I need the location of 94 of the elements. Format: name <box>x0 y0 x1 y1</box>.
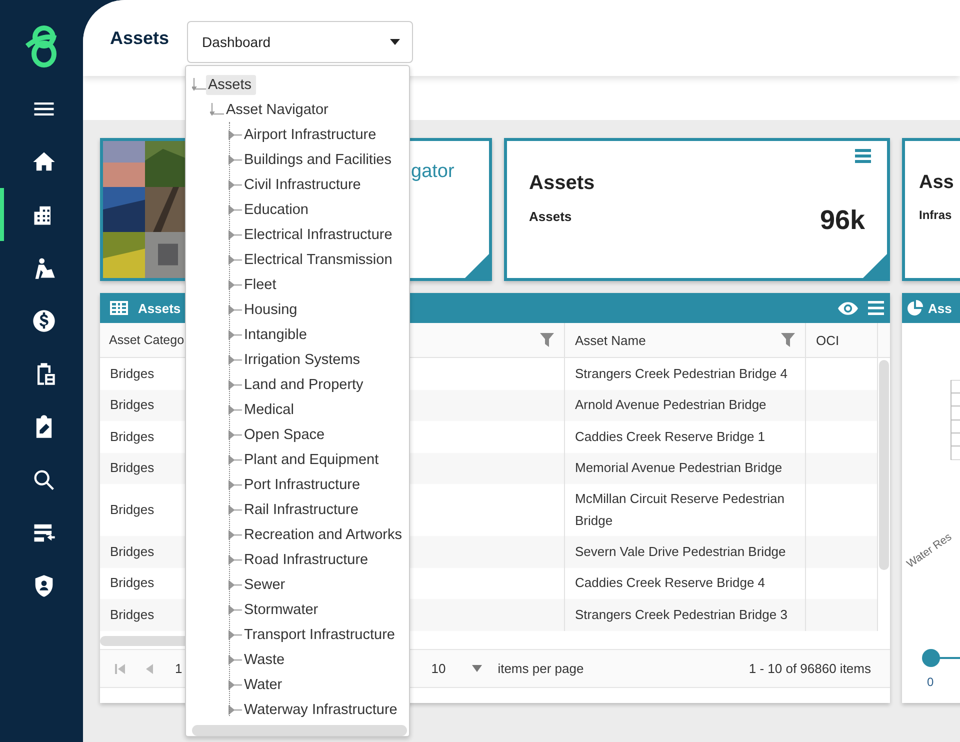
card-title: Assets <box>529 172 596 195</box>
view-select[interactable]: Dashboard <box>187 20 414 62</box>
collapsed-icon[interactable] <box>228 428 242 442</box>
table-cell-text: Caddies Creek Reserve Bridge 1 <box>575 428 766 446</box>
tree-item[interactable]: Stormwater <box>242 600 322 620</box>
scrollbar-thumb[interactable] <box>879 360 889 570</box>
collapsed-icon[interactable] <box>228 702 242 716</box>
collapsed-icon[interactable] <box>228 228 242 242</box>
tree-item[interactable]: Plant and Equipment <box>242 450 383 470</box>
expanded-icon[interactable] <box>192 78 206 92</box>
table-cell-text: Bridges <box>110 606 154 624</box>
collapsed-icon[interactable] <box>228 302 242 316</box>
tree-item[interactable]: Waterway Infrastructure <box>242 700 402 720</box>
tree-item[interactable]: Medical <box>242 400 298 420</box>
tree-item[interactable]: Road Infrastructure <box>242 550 372 570</box>
tree-item[interactable]: Water <box>242 674 286 694</box>
table-cell-text: Bridges <box>110 396 154 414</box>
slider-label: 0 <box>927 675 935 689</box>
table-cell-text: Strangers Creek Pedestrian Bridge 4 <box>575 364 788 383</box>
collapsed-icon[interactable] <box>228 578 242 592</box>
card-title: gator <box>411 161 454 182</box>
table-cell-text: Bridges <box>110 542 154 561</box>
tree-item[interactable]: Intangible <box>242 324 311 344</box>
page-number[interactable]: 1 <box>175 661 182 676</box>
card-title: Ass <box>919 172 955 194</box>
collapsed-icon[interactable] <box>228 628 242 642</box>
tree-item[interactable]: Irrigation Systems <box>242 350 364 370</box>
panel-title: Assets <box>138 300 181 316</box>
table-cell-text: Severn Vale Drive Pedestrian Bridge <box>575 542 786 561</box>
table-cell-text: Bridges <box>110 364 154 383</box>
stat-value: 96k <box>820 205 865 236</box>
tree-item[interactable]: Fleet <box>242 274 280 294</box>
tree-item[interactable]: Airport Infrastructure <box>242 124 380 144</box>
collapsed-icon[interactable] <box>228 402 242 416</box>
eye-icon[interactable] <box>838 302 858 314</box>
slider-thumb[interactable] <box>922 649 940 667</box>
collapsed-icon[interactable] <box>228 352 242 366</box>
table-cell-text: Bridges <box>110 459 154 478</box>
collapsed-icon[interactable] <box>228 178 242 192</box>
column-header[interactable]: OCI <box>816 332 840 348</box>
grid-icon <box>110 301 128 315</box>
filter-icon[interactable] <box>540 333 554 347</box>
page-title: Assets <box>110 28 170 48</box>
stat-label: Assets <box>529 209 573 224</box>
collapsed-icon[interactable] <box>228 452 242 466</box>
table-cell-text: Bridges <box>110 428 154 446</box>
table-cell-text: Strangers Creek Pedestrian Bridge 3 <box>575 606 788 624</box>
caret-icon[interactable] <box>390 38 400 44</box>
column-header[interactable]: Asset Catego <box>109 333 184 347</box>
pager-summary: 1 - 10 of 96860 items <box>748 661 871 676</box>
collapsed-icon[interactable] <box>228 678 242 692</box>
filter-icon[interactable] <box>781 333 795 347</box>
tree-item[interactable]: Rail Infrastructure <box>242 500 362 520</box>
table-cell-text: Memorial Avenue Pedestrian Bridge <box>575 459 782 478</box>
dollar-icon[interactable] <box>30 308 56 334</box>
scrollbar-thumb[interactable] <box>192 725 407 736</box>
collapsed-icon[interactable] <box>228 378 242 392</box>
collapsed-icon[interactable] <box>228 202 242 216</box>
tree-item[interactable]: Sewer <box>242 574 290 594</box>
tree-item[interactable]: Asset Navigator <box>224 100 332 120</box>
collapsed-icon[interactable] <box>228 328 242 342</box>
previous-page-icon[interactable] <box>145 664 155 674</box>
tree-item[interactable]: Assets <box>206 74 256 94</box>
collapsed-icon[interactable] <box>228 278 242 292</box>
table-cell-text: Bridges <box>110 501 154 519</box>
tree-item[interactable]: Education <box>242 200 312 220</box>
column-header[interactable]: Asset Name <box>575 332 646 348</box>
collapsed-icon[interactable] <box>228 552 242 566</box>
tree-item[interactable]: Buildings and Facilities <box>242 150 396 170</box>
tree-item[interactable]: Open Space <box>242 424 329 444</box>
tree-item[interactable]: Waste <box>242 650 289 670</box>
collapsed-icon[interactable] <box>228 252 242 266</box>
tree-item[interactable]: Housing <box>242 300 302 320</box>
pie-chart-icon <box>907 300 923 316</box>
expanded-icon[interactable] <box>210 102 224 116</box>
collapsed-icon[interactable] <box>228 128 242 142</box>
tree-item[interactable]: Civil Infrastructure <box>242 174 365 194</box>
stat-label: Infras <box>919 208 953 222</box>
page-size-label: items per page <box>498 661 584 676</box>
table-cell-text: Bridges <box>110 574 154 592</box>
panel-title: Ass <box>928 300 952 316</box>
tree-item[interactable]: Electrical Transmission <box>242 250 396 270</box>
collapsed-icon[interactable] <box>228 602 242 616</box>
collapsed-icon[interactable] <box>228 478 242 492</box>
collapsed-icon[interactable] <box>228 152 242 166</box>
collapsed-icon[interactable] <box>228 652 242 666</box>
first-page-icon[interactable] <box>115 664 125 674</box>
page-size-select[interactable]: 10 <box>431 657 482 680</box>
tree-item[interactable]: Electrical Infrastructure <box>242 224 396 244</box>
table-cell-text: Caddies Creek Reserve Bridge 4 <box>575 574 766 592</box>
collapsed-icon[interactable] <box>228 528 242 542</box>
table-cell-text: Arnold Avenue Pedestrian Bridge <box>575 396 766 414</box>
collapsed-icon[interactable] <box>228 502 242 516</box>
table-cell-text: McMillan Circuit Reserve Pedestrian Bridge <box>575 490 786 530</box>
